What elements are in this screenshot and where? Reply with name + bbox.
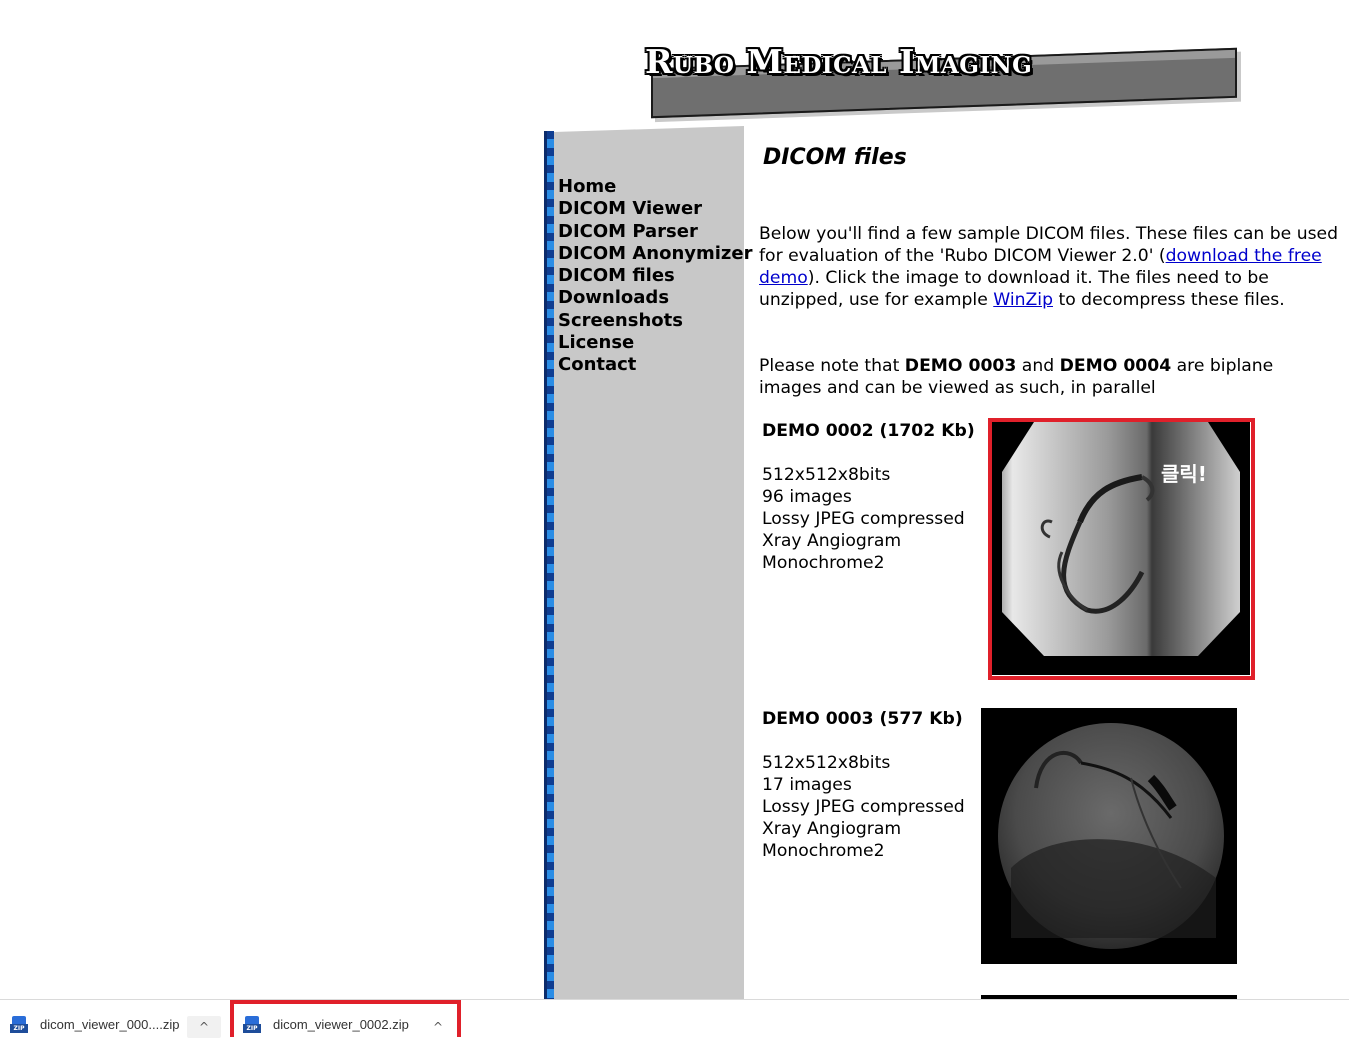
nav-item-dicom-viewer[interactable]: DICOM Viewer <box>558 198 752 220</box>
download-item-1-name: dicom_viewer_000....zip <box>40 1016 180 1032</box>
note-text-2: and <box>1016 356 1060 376</box>
nav-item-downloads[interactable]: Downloads <box>558 287 752 309</box>
nav-item-license[interactable]: License <box>558 332 752 354</box>
download-item-1-chevron-up-icon[interactable]: ^ <box>187 1016 221 1038</box>
nav-item-contact[interactable]: Contact <box>558 354 752 376</box>
demo-0003-thumbnail[interactable] <box>981 708 1237 964</box>
spec-item: 17 images <box>762 775 852 795</box>
sidebar-decorative-strip <box>544 131 554 999</box>
download-item-1[interactable]: ZIP dicom_viewer_000....zip <box>10 1010 179 1038</box>
spec-item: Xray Angiogram <box>762 531 902 551</box>
winzip-link[interactable]: WinZip <box>993 290 1053 310</box>
spec-item: Xray Angiogram <box>762 819 902 839</box>
nav-item-dicom-files[interactable]: DICOM files <box>558 265 752 287</box>
note-text-1: Please note that <box>759 356 905 376</box>
download-item-2[interactable]: ZIP dicom_viewer_0002.zip <box>243 1010 409 1038</box>
zip-file-icon: ZIP <box>10 1014 28 1034</box>
page-title: DICOM files <box>763 145 907 170</box>
spec-item: Monochrome2 <box>762 553 885 573</box>
click-annotation: 클릭! <box>1161 462 1207 486</box>
spec-item: 512x512x8bits <box>762 753 891 773</box>
nav-item-home[interactable]: Home <box>558 176 752 198</box>
spec-item: Lossy JPEG compressed <box>762 509 965 529</box>
demo-0002-thumbnail[interactable] <box>992 422 1250 675</box>
site-logo: Rubo Medical Imaging <box>645 40 1245 119</box>
logo-text: Rubo Medical Imaging <box>645 42 1033 81</box>
zip-file-icon: ZIP <box>243 1014 261 1034</box>
nav-item-screenshots[interactable]: Screenshots <box>558 310 752 332</box>
demo-0003-heading: DEMO 0003 (577 Kb) <box>762 709 963 729</box>
spec-item: 96 images <box>762 487 852 507</box>
demo-0002-specs: 512x512x8bits 96 images Lossy JPEG compr… <box>762 464 965 574</box>
spec-item: 512x512x8bits <box>762 465 891 485</box>
note-demo-0003: DEMO 0003 <box>904 356 1017 376</box>
intro-paragraph: Below you'll find a few sample DICOM fil… <box>759 223 1339 311</box>
nav-item-dicom-anonymizer[interactable]: DICOM Anonymizer <box>558 243 752 265</box>
note-demo-0004: DEMO 0004 <box>1059 356 1172 376</box>
demo-0003-specs: 512x512x8bits 17 images Lossy JPEG compr… <box>762 752 965 862</box>
spec-item: Monochrome2 <box>762 841 885 861</box>
spec-item: Lossy JPEG compressed <box>762 797 965 817</box>
download-item-2-name: dicom_viewer_0002.zip <box>273 1016 409 1032</box>
download-item-2-chevron-up-icon[interactable]: ^ <box>421 1016 455 1038</box>
demo-0002-heading: DEMO 0002 (1702 Kb) <box>762 421 975 441</box>
sidebar-nav: Home DICOM Viewer DICOM Parser DICOM Ano… <box>558 176 752 377</box>
biplane-note: Please note that DEMO 0003 and DEMO 0004… <box>759 355 1339 399</box>
intro-text-3: to decompress these files. <box>1053 290 1285 310</box>
nav-item-dicom-parser[interactable]: DICOM Parser <box>558 221 752 243</box>
